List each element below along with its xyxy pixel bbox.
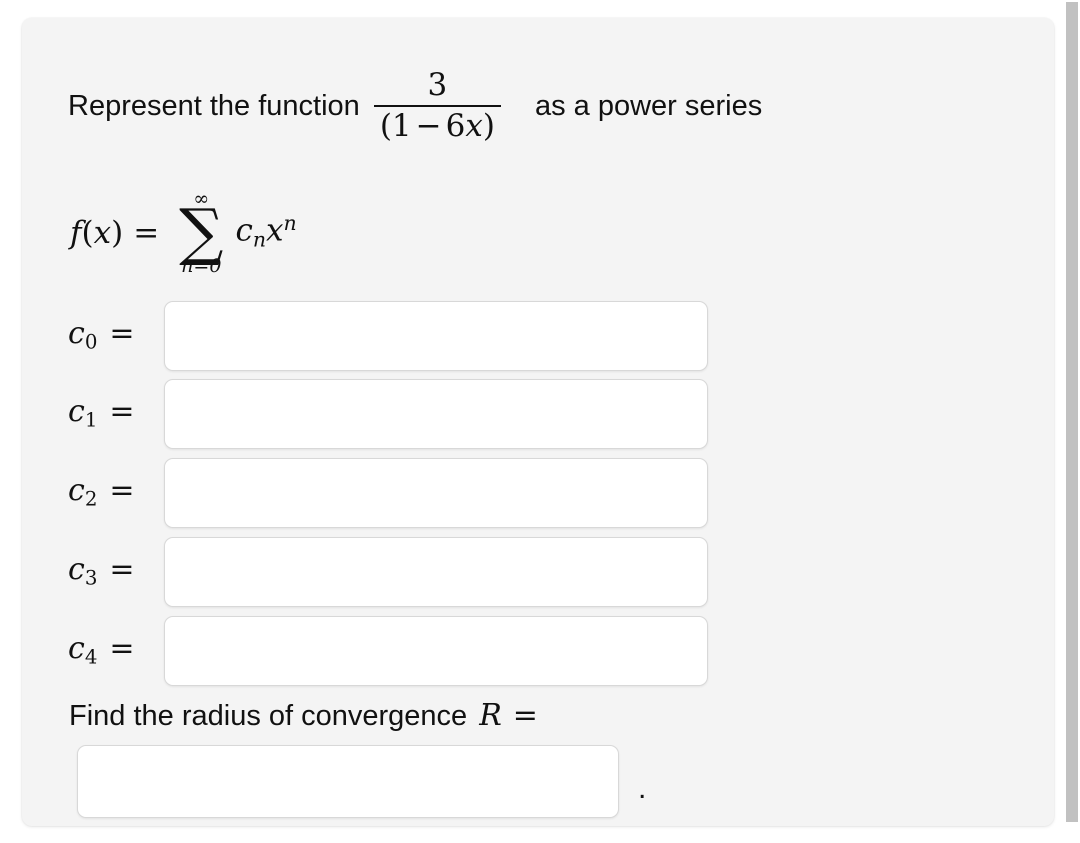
radius-symbol-group: R = <box>479 701 538 731</box>
coefficient-label-c3: c3 = <box>68 555 164 588</box>
coefficient-index: 2 <box>84 487 98 511</box>
coefficient-input-c2[interactable] <box>164 458 708 528</box>
page-scrollbar-track[interactable] <box>1062 0 1080 843</box>
coefficient-equals-sign: = <box>109 631 135 667</box>
coefficient-row-c3: c3 = <box>68 537 718 607</box>
coefficient-row-c1: c1 = <box>68 379 718 449</box>
denominator-close-paren: ) <box>482 108 495 144</box>
coefficient-input-c1[interactable] <box>164 379 708 449</box>
coefficient-letter: c <box>68 394 85 430</box>
coefficient-label-c1: c1 = <box>68 397 164 430</box>
coefficient-input-c0[interactable] <box>164 301 708 371</box>
lhs-open-paren: ( <box>81 214 94 251</box>
coefficient-index: 0 <box>84 330 98 354</box>
coefficient-equals-sign: = <box>109 473 135 509</box>
coefficient-equals-sign: = <box>109 394 135 430</box>
radius-symbol-R: R <box>479 698 502 733</box>
radius-answer-row: . <box>77 745 646 818</box>
statement-suffix-text: as a power series <box>534 89 763 122</box>
problem-statement: Represent the function 3 (1−6x) as a pow… <box>68 58 762 154</box>
radius-equals-sign: = <box>512 698 538 733</box>
denominator-open-paren: (1 <box>379 108 412 144</box>
coefficient-row-c0: c0 = <box>68 301 718 371</box>
coefficient-equals-sign: = <box>109 316 135 352</box>
lhs-variable: x <box>93 214 112 251</box>
coefficient-row-c4: c4 = <box>68 616 718 686</box>
statement-prefix-text: Represent the function <box>68 89 360 122</box>
function-name-f: f <box>70 214 82 251</box>
denominator-variable: x <box>465 108 483 144</box>
coefficient-index: 3 <box>84 566 98 590</box>
coefficient-input-c4[interactable] <box>164 616 708 686</box>
series-definition: f(x) = ∞ ∑ n=0 cnxn <box>70 178 297 288</box>
coefficient-letter: c <box>68 552 85 588</box>
coefficient-label-c2: c2 = <box>68 476 164 509</box>
denominator-coefficient: 6 <box>445 108 466 144</box>
term-exponent: n <box>283 210 297 235</box>
coefficient-letter: c <box>68 631 85 667</box>
series-equals-sign: = <box>133 214 160 251</box>
coefficient-input-c3[interactable] <box>164 537 708 607</box>
coefficient-letter: c <box>68 473 85 509</box>
denominator-minus-sign: − <box>415 108 442 144</box>
summation-lower-limit: n=0 <box>181 255 222 278</box>
radius-input[interactable] <box>77 745 619 818</box>
page-scrollbar-thumb[interactable] <box>1066 2 1078 822</box>
coefficient-label-c4: c4 = <box>68 634 164 667</box>
lhs-close-paren: ) <box>111 214 124 251</box>
term-variable-x: x <box>265 212 284 249</box>
series-left-hand-side: f(x) = <box>70 214 169 251</box>
series-general-term: cnxn <box>235 210 297 251</box>
problem-card: Represent the function 3 (1−6x) as a pow… <box>22 18 1054 826</box>
radius-prompt-text: Find the radius of convergence <box>69 699 468 732</box>
function-fraction: 3 (1−6x) <box>373 67 501 143</box>
term-coefficient-c: c <box>235 212 253 249</box>
fraction-denominator: (1−6x) <box>374 107 501 143</box>
coefficient-label-c0: c0 = <box>68 319 164 352</box>
coefficient-equals-sign: = <box>109 552 135 588</box>
sigma-icon: ∑ <box>179 194 224 268</box>
coefficient-letter: c <box>68 316 85 352</box>
trailing-period: . <box>638 772 647 805</box>
coefficient-index: 1 <box>84 408 98 432</box>
term-coefficient-subscript: n <box>252 226 266 251</box>
summation-operator: ∞ ∑ n=0 <box>179 189 224 278</box>
fraction-numerator: 3 <box>427 67 448 104</box>
coefficient-index: 4 <box>84 645 98 669</box>
radius-prompt-line: Find the radius of convergence R = <box>69 696 538 736</box>
coefficient-row-c2: c2 = <box>68 458 718 528</box>
